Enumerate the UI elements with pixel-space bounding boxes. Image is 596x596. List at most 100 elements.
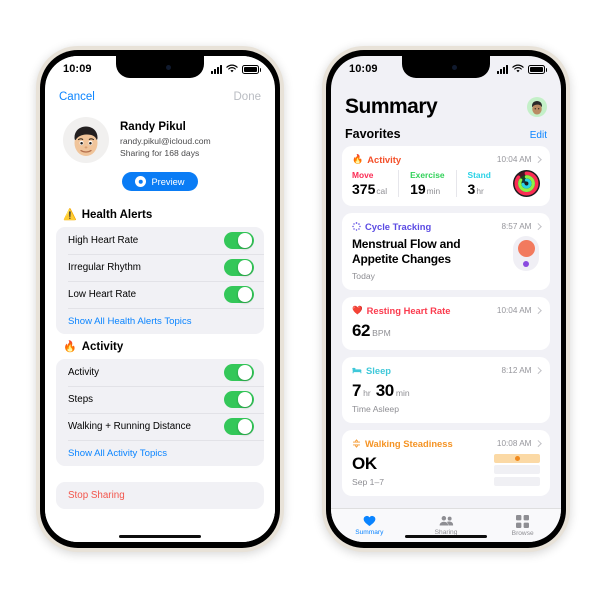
row-label: Show All Activity Topics — [68, 447, 167, 459]
right-phone-bezel: 10:09 Summary Favorites Edit 🔥 Activity … — [326, 50, 566, 548]
preview-button[interactable]: Preview — [122, 172, 198, 191]
sleep-value-line: 7 hr 30 min — [352, 381, 540, 401]
row-label: Irregular Rhythm — [68, 262, 141, 273]
status-icons — [497, 64, 547, 74]
profile-text: Randy Pikul randy.pikul@icloud.com Shari… — [120, 120, 211, 160]
show-all-activity-topics-link[interactable]: Show All Activity Topics — [56, 440, 264, 466]
favorites-header: Favorites Edit — [331, 121, 561, 146]
settings-row[interactable]: Irregular Rhythm — [56, 254, 264, 281]
settings-row[interactable]: High Heart Rate — [56, 227, 264, 254]
row-label: Show All Health Alerts Topics — [68, 315, 192, 327]
card-resting-heart-rate[interactable]: ❤️ Resting Heart Rate 10:04 AM 62 BPM — [342, 296, 550, 350]
profile-header: Randy Pikul randy.pikul@icloud.com Shari… — [45, 110, 275, 163]
card-title-activity: 🔥 Activity — [352, 154, 401, 165]
settings-row[interactable]: Activity — [56, 359, 264, 386]
sleep-minutes-unit: min — [395, 387, 410, 398]
eye-icon — [135, 176, 147, 187]
sleep-hours: 7 — [352, 380, 362, 400]
activity-rings-icon — [513, 170, 540, 197]
cancel-button[interactable]: Cancel — [59, 91, 95, 103]
settings-row[interactable]: Steps — [56, 386, 264, 413]
chevron-right-icon — [534, 223, 541, 230]
section-header-activity: 🔥 Activity — [45, 334, 275, 359]
page-title: Summary — [345, 95, 438, 118]
profile-avatar-button[interactable] — [527, 97, 547, 117]
battery-icon — [242, 64, 261, 74]
preview-button-label: Preview — [151, 176, 185, 187]
toggle-walking-running-distance[interactable] — [224, 417, 254, 436]
done-button[interactable]: Done — [234, 91, 262, 103]
symptom-dot-icon — [523, 260, 529, 267]
card-activity[interactable]: 🔥 Activity 10:04 AM Move 375cal Exercise… — [342, 146, 550, 206]
memoji-face-icon — [74, 126, 98, 156]
front-camera-icon — [165, 64, 171, 70]
flame-icon: 🔥 — [63, 340, 77, 353]
health-alerts-group: High Heart Rate Irregular Rhythm Low Hea… — [56, 227, 264, 334]
memoji-avatar — [63, 117, 109, 163]
toggle-irregular-rhythm[interactable] — [224, 258, 254, 277]
people-icon — [439, 516, 453, 526]
metric-unit: cal — [376, 186, 388, 196]
settings-row[interactable]: Walking + Running Distance — [56, 413, 264, 440]
resting-hr-value: 62 — [352, 320, 371, 340]
status-time: 10:09 — [349, 63, 378, 75]
cycle-subtitle: Today — [352, 270, 375, 281]
metric-number: 375 — [352, 181, 376, 197]
left-phone-screen: 10:09 Cancel Done Randy Pikul randy.piku… — [45, 56, 275, 542]
toggle-steps[interactable] — [224, 390, 254, 409]
toggle-activity[interactable] — [224, 363, 254, 382]
card-header: Walking Steadiness 10:08 AM — [352, 438, 541, 449]
row-label: Low Heart Rate — [68, 289, 137, 300]
sheet-nav-bar: Cancel Done — [45, 82, 275, 110]
sleep-hours-unit: hr — [363, 387, 371, 398]
wifi-icon — [226, 64, 238, 73]
metric-label: Stand — [467, 170, 491, 180]
metric-move: Move 375cal — [352, 170, 400, 197]
metric-number: 3 — [467, 181, 476, 197]
edit-button[interactable]: Edit — [530, 130, 547, 141]
metric-value: 19min — [410, 181, 444, 197]
card-timestamp: 10:04 AM — [496, 155, 532, 164]
cycle-tracking-icon — [352, 222, 361, 231]
card-header: 🔥 Activity 10:04 AM — [352, 154, 541, 165]
show-all-health-alerts-topics-link[interactable]: Show All Health Alerts Topics — [56, 308, 264, 334]
card-walking-steadiness[interactable]: Walking Steadiness 10:08 AM OK Sep 1–7 — [342, 429, 550, 496]
card-timestamp: 10:08 AM — [496, 438, 532, 448]
metric-number: 19 — [410, 181, 426, 197]
tab-sharing[interactable]: Sharing — [408, 515, 485, 536]
chevron-right-icon — [534, 156, 541, 163]
flow-circle-icon — [517, 239, 535, 257]
settings-row[interactable]: Low Heart Rate — [56, 281, 264, 308]
card-title-resting-hr: ❤️ Resting Heart Rate — [352, 305, 450, 316]
card-title-sleep: Sleep — [352, 365, 391, 376]
steadiness-bars — [494, 453, 540, 486]
resting-hr-unit: BPM — [372, 327, 391, 338]
notch — [116, 56, 204, 78]
metric-value: 3hr — [468, 181, 491, 197]
heart-icon: ❤️ — [352, 304, 363, 315]
toggle-low-heart-rate[interactable] — [224, 285, 254, 304]
cycle-flow-graphic — [513, 236, 539, 271]
chevron-right-icon — [534, 367, 541, 374]
metric-label: Move — [352, 170, 374, 180]
cycle-headline: Menstrual Flow and Appetite Changes — [352, 237, 461, 267]
cellular-bars-icon — [497, 64, 508, 74]
card-cycle-tracking[interactable]: Cycle Tracking 8:57 AM Menstrual Flow an… — [342, 213, 550, 290]
stop-sharing-button[interactable]: Stop Sharing — [56, 482, 264, 509]
section-title: Activity — [81, 341, 124, 353]
tab-browse[interactable]: Browse — [484, 514, 561, 537]
toggle-high-heart-rate[interactable] — [224, 231, 254, 250]
metric-unit: hr — [476, 186, 484, 196]
summary-header: Summary — [331, 82, 561, 121]
steadiness-bar-low — [494, 465, 540, 475]
card-title-walking-steadiness: Walking Steadiness — [352, 438, 453, 449]
home-indicator — [119, 534, 201, 538]
summary-scroll-area[interactable]: Summary Favorites Edit 🔥 Activity 10:04 … — [331, 82, 561, 508]
card-title-label: Sleep — [366, 364, 392, 376]
memoji-avatar-small — [532, 101, 542, 115]
tab-summary[interactable]: Summary — [331, 515, 408, 536]
card-sleep[interactable]: Sleep 8:12 AM 7 hr 30 min Time Asleep — [342, 356, 550, 423]
row-label: Steps — [68, 394, 94, 405]
metric-unit: min — [426, 186, 441, 196]
preview-button-wrap: Preview — [45, 163, 275, 202]
